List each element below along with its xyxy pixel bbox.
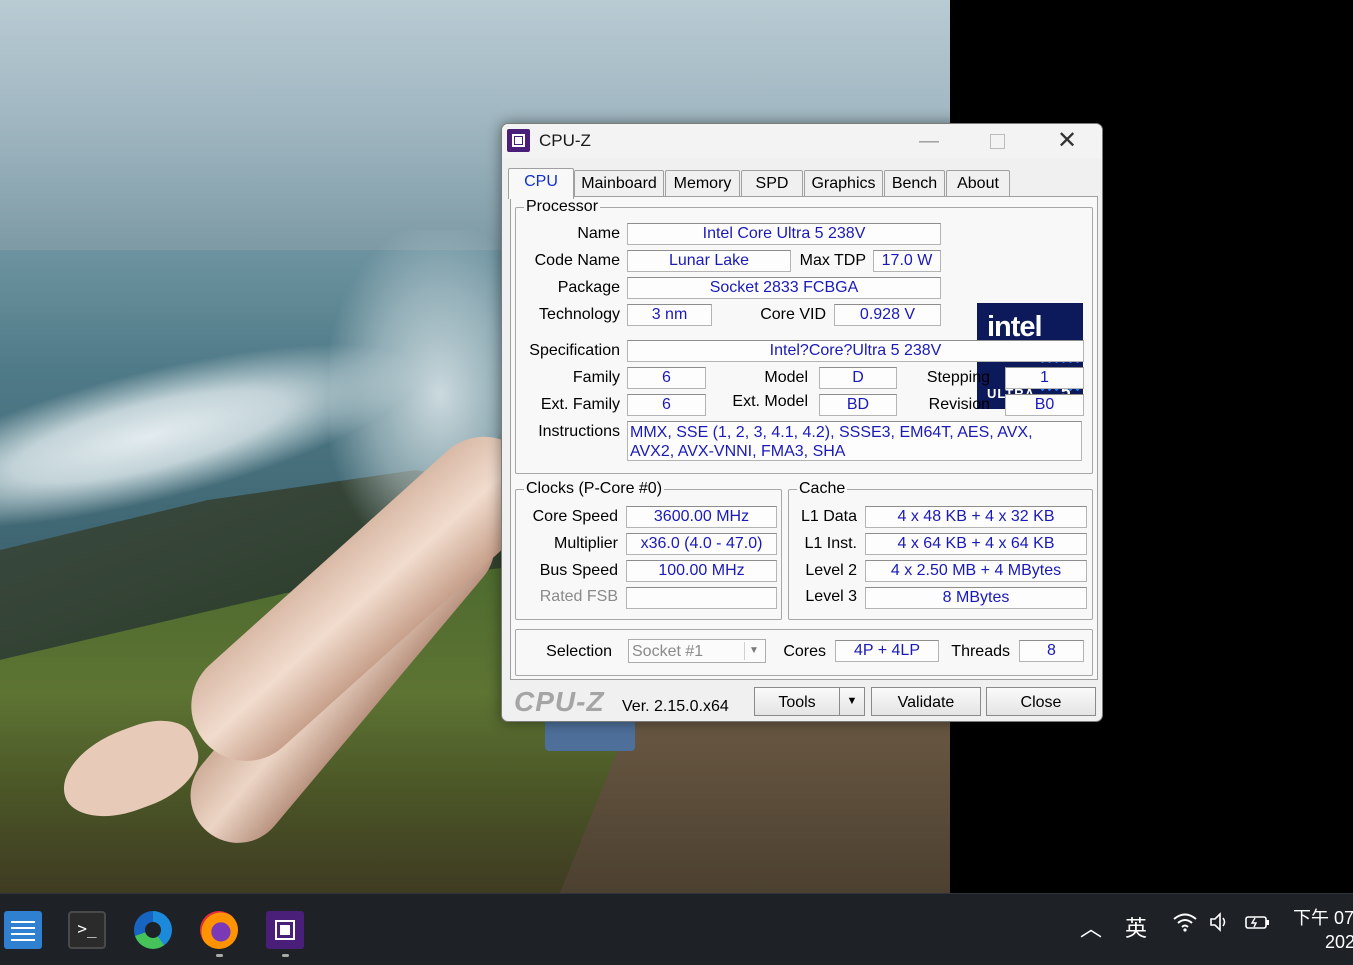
- model-label: Model: [764, 369, 808, 386]
- name-label: Name: [577, 225, 620, 242]
- extmodel-label: Ext. Model: [732, 393, 808, 410]
- name-value: Intel Core Ultra 5 238V: [627, 223, 941, 245]
- tab-memory[interactable]: Memory: [665, 170, 740, 197]
- corespeed-label: Core Speed: [532, 508, 618, 525]
- stepping-label: Stepping: [926, 369, 990, 386]
- close-button[interactable]: Close: [986, 687, 1096, 716]
- notepad-icon[interactable]: [4, 911, 42, 949]
- socket-select-value: Socket #1: [632, 643, 704, 660]
- version-label: Ver. 2.15.0.x64: [622, 698, 729, 715]
- multiplier-value: x36.0 (4.0 - 47.0): [626, 533, 777, 555]
- corevid-value: 0.928 V: [834, 304, 941, 326]
- family-label: Family: [572, 369, 620, 386]
- cpuz-running-indicator: [282, 954, 289, 957]
- tab-graphics[interactable]: Graphics: [804, 170, 883, 197]
- level3-label: Level 3: [805, 588, 857, 605]
- corevid-label: Core VID: [760, 306, 826, 323]
- cpuz-window: CPU-Z — ✕ CPU Mainboard Memory SPD Graph…: [501, 123, 1103, 722]
- maximize-icon: [989, 134, 1005, 150]
- l1inst-value: 4 x 64 KB + 4 x 64 KB: [865, 533, 1087, 555]
- firefox-icon[interactable]: [200, 911, 238, 949]
- codename-label: Code Name: [534, 252, 620, 269]
- minimize-button[interactable]: —: [906, 124, 952, 158]
- chevron-down-icon: ▼: [846, 695, 858, 707]
- maxtdp-value: 17.0 W: [873, 250, 941, 272]
- l1data-label: L1 Data: [800, 508, 857, 525]
- ratedfsb-value: [626, 587, 777, 609]
- threads-label: Threads: [951, 643, 1010, 660]
- taskbar: >_ ︿ 英 下午 07 2025: [0, 893, 1353, 965]
- multiplier-label: Multiplier: [553, 535, 618, 552]
- family-value: 6: [627, 367, 706, 389]
- extfamily-label: Ext. Family: [540, 396, 620, 413]
- processor-group-label: Processor: [524, 198, 601, 216]
- processor-group: Processor Name Intel Core Ultra 5 238V C…: [515, 198, 1093, 474]
- clock-date: 2025: [1325, 932, 1353, 952]
- maximize-button[interactable]: [974, 124, 1020, 158]
- chevron-down-icon: ▼: [744, 642, 763, 660]
- tab-spd[interactable]: SPD: [741, 170, 803, 197]
- busspeed-label: Bus Speed: [539, 562, 618, 579]
- instructions-value: MMX, SSE (1, 2, 3, 4.1, 4.2), SSSE3, EM6…: [627, 421, 1082, 461]
- tools-button[interactable]: Tools: [754, 687, 840, 716]
- cpuz-taskbar-icon[interactable]: [266, 911, 304, 949]
- l1data-value: 4 x 48 KB + 4 x 32 KB: [865, 506, 1087, 528]
- clocks-group: Clocks (P-Core #0) Core Speed 3600.00 MH…: [515, 480, 782, 620]
- level2-label: Level 2: [805, 562, 857, 579]
- cores-label: Cores: [783, 643, 826, 660]
- threads-value: 8: [1019, 640, 1084, 662]
- l1inst-label: L1 Inst.: [804, 535, 857, 552]
- clocks-group-label: Clocks (P-Core #0): [524, 480, 665, 498]
- level2-value: 4 x 2.50 MB + 4 MBytes: [865, 560, 1087, 582]
- edge-browser-icon[interactable]: [134, 911, 172, 949]
- cpuz-app-icon[interactable]: [507, 129, 530, 152]
- selection-group: Selection Socket #1 ▼ Cores 4P + 4LP Thr…: [515, 629, 1093, 676]
- window-title: CPU-Z: [539, 131, 591, 150]
- technology-label: Technology: [539, 306, 620, 323]
- selection-label: Selection: [546, 643, 612, 660]
- package-label: Package: [557, 279, 620, 296]
- package-value: Socket 2833 FCBGA: [627, 277, 941, 299]
- close-window-button[interactable]: ✕: [1044, 124, 1090, 158]
- cpuz-brand-logo: CPU-Z: [514, 686, 605, 717]
- tab-about[interactable]: About: [946, 170, 1010, 197]
- extmodel-value: BD: [819, 394, 897, 416]
- chevron-up-icon[interactable]: ︿: [1080, 911, 1102, 943]
- battery-icon[interactable]: [1244, 911, 1272, 939]
- firefox-running-indicator: [216, 954, 223, 957]
- system-clock[interactable]: 下午 07 2025: [1293, 906, 1353, 954]
- level3-value: 8 MBytes: [865, 587, 1087, 609]
- model-value: D: [819, 367, 897, 389]
- cores-value: 4P + 4LP: [835, 640, 939, 662]
- instructions-label: Instructions: [538, 423, 620, 440]
- tools-dropdown-button[interactable]: ▼: [839, 687, 865, 716]
- specification-label: Specification: [529, 342, 620, 359]
- title-bar[interactable]: CPU-Z — ✕: [502, 124, 1102, 158]
- wifi-icon[interactable]: [1172, 911, 1198, 939]
- socket-select[interactable]: Socket #1 ▼: [628, 639, 766, 663]
- revision-value: B0: [1005, 394, 1084, 416]
- busspeed-value: 100.00 MHz: [626, 560, 777, 582]
- cpu-tab-pane: Processor Name Intel Core Ultra 5 238V C…: [510, 196, 1098, 680]
- extfamily-value: 6: [627, 394, 706, 416]
- revision-label: Revision: [928, 396, 990, 413]
- stepping-value: 1: [1005, 367, 1084, 389]
- validate-button[interactable]: Validate: [871, 687, 981, 716]
- ratedfsb-label: Rated FSB: [539, 588, 618, 605]
- cache-group-label: Cache: [797, 480, 848, 498]
- tab-bench[interactable]: Bench: [884, 170, 945, 197]
- specification-value: Intel?Core?Ultra 5 238V: [627, 340, 1084, 362]
- cache-group: Cache L1 Data 4 x 48 KB + 4 x 32 KB L1 I…: [788, 480, 1093, 620]
- tab-cpu[interactable]: CPU: [508, 168, 574, 199]
- codename-value: Lunar Lake: [627, 250, 791, 272]
- tab-mainboard[interactable]: Mainboard: [574, 170, 664, 197]
- terminal-icon[interactable]: >_: [68, 911, 106, 949]
- corespeed-value: 3600.00 MHz: [626, 506, 777, 528]
- maxtdp-label: Max TDP: [799, 252, 866, 269]
- volume-icon[interactable]: [1208, 911, 1232, 939]
- ime-indicator[interactable]: 英: [1125, 911, 1147, 943]
- technology-value: 3 nm: [627, 304, 712, 326]
- clock-time: 下午 07: [1293, 908, 1353, 928]
